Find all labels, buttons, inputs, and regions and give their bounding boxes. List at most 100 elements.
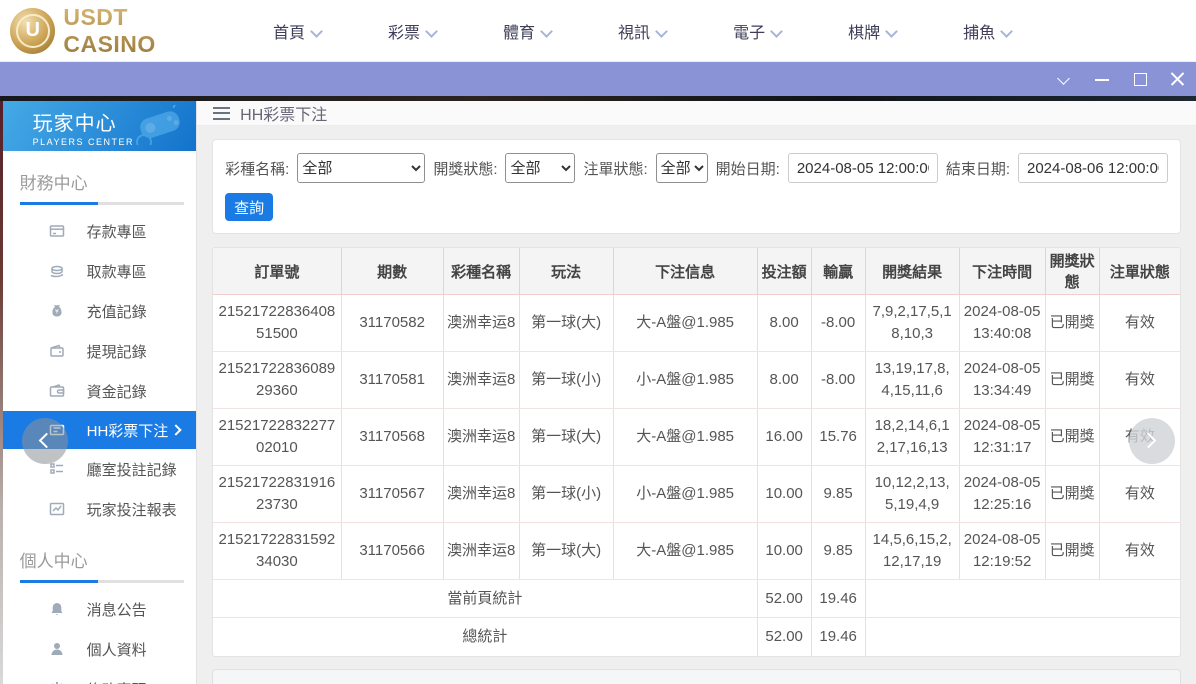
logo-letter: U <box>16 14 50 48</box>
sidebar-item-funds-record[interactable]: 資金記錄 <box>3 371 197 411</box>
col-draw-status: 開獎狀態 <box>1045 248 1099 295</box>
nav-item-cards[interactable]: 棋牌 <box>848 19 897 43</box>
cell-period: 31170567 <box>341 466 443 523</box>
sidebar-item-label: 充值記錄 <box>87 301 147 322</box>
window-title-bar <box>0 62 1196 96</box>
window-close-button[interactable] <box>1170 71 1186 87</box>
sidebar-item-profile[interactable]: 個人資料 <box>3 629 197 669</box>
site-header: U USDT CASINO 首頁 彩票 體育 視訊 電子 <box>0 0 1196 62</box>
collapse-sidebar-button[interactable] <box>22 418 68 464</box>
nav-item-home[interactable]: 首頁 <box>273 19 322 43</box>
cell-order-status: 有效 <box>1099 352 1180 409</box>
grand-summary-bet-total: 52.00 <box>757 618 811 656</box>
cell-lottery-name: 澳洲幸运8 <box>443 409 519 466</box>
scroll-right-button[interactable] <box>1129 418 1175 464</box>
chevron-left-icon <box>39 433 55 449</box>
draw-status-select[interactable]: 全部 <box>505 153 575 183</box>
window-minimize-button[interactable] <box>1094 71 1110 87</box>
cell-bet-info: 大-A盤@1.985 <box>613 295 757 352</box>
cell-bet-time: 2024-08-05 13:34:49 <box>959 352 1045 409</box>
cell-bet-time: 2024-08-05 12:31:17 <box>959 409 1045 466</box>
page-summary-winloss-total: 19.46 <box>811 580 865 618</box>
cell-play-type: 第一球(大) <box>519 409 613 466</box>
col-bet-info: 下注信息 <box>613 248 757 295</box>
cell-draw-status: 已開獎 <box>1045 466 1099 523</box>
cell-period: 31170581 <box>341 352 443 409</box>
nav-item-live[interactable]: 視訊 <box>618 19 667 43</box>
sidebar-item-recharge-record[interactable]: ¥ 充值記錄 <box>3 291 197 331</box>
table-row: 2152172283227702010 31170568 澳洲幸运8 第一球(大… <box>213 409 1180 466</box>
nav-label: 棋牌 <box>848 19 880 43</box>
cell-bet-info: 大-A盤@1.985 <box>613 523 757 580</box>
chevron-down-icon <box>542 26 552 36</box>
order-status-select[interactable]: 全部 <box>656 153 708 183</box>
section-underline <box>20 202 185 205</box>
sidebar-item-bet-report[interactable]: 玩家投注報表 <box>3 489 197 529</box>
sidebar-item-label: 資金記錄 <box>87 381 147 402</box>
draw-status-label: 開獎狀態: <box>433 158 497 179</box>
page-summary-empty <box>865 580 1180 618</box>
cell-bet-amount: 8.00 <box>757 352 811 409</box>
report-chart-icon <box>49 501 65 517</box>
sidebar-item-withdraw[interactable]: 取款專區 <box>3 251 197 291</box>
cell-play-type: 第一球(小) <box>519 466 613 523</box>
cell-order-id: 2152172283191623730 <box>213 466 341 523</box>
cell-winloss: 9.85 <box>811 523 865 580</box>
nav-label: 視訊 <box>618 19 650 43</box>
grand-summary-row: 總統計 52.00 19.46 <box>213 618 1180 656</box>
page-title: HH彩票下注 <box>240 101 327 125</box>
sidebar-item-label: 個人資料 <box>87 639 147 660</box>
grand-summary-label: 總統計 <box>213 618 757 656</box>
cell-lottery-name: 澳洲幸运8 <box>443 352 519 409</box>
cell-bet-info: 小-A盤@1.985 <box>613 352 757 409</box>
nav-label: 彩票 <box>388 19 420 43</box>
page-summary-bet-total: 52.00 <box>757 580 811 618</box>
cell-play-type: 第一球(大) <box>519 295 613 352</box>
start-date-label: 開始日期: <box>716 158 780 179</box>
cell-lottery-name: 澳洲幸运8 <box>443 295 519 352</box>
col-order-status: 注單狀態 <box>1099 248 1180 295</box>
nav-item-sports[interactable]: 體育 <box>503 19 552 43</box>
search-button[interactable]: 查詢 <box>225 193 273 221</box>
cell-draw-result: 14,5,6,15,2,12,17,19 <box>865 523 959 580</box>
sidebar-item-change-password[interactable]: 修改密碼 <box>3 669 197 684</box>
bets-table-panel: 訂單號 期數 彩種名稱 玩法 下注信息 投注額 輸贏 開獎結果 下注時間 開獎狀… <box>212 247 1181 657</box>
col-order-id: 訂單號 <box>213 248 341 295</box>
cell-bet-amount: 10.00 <box>757 466 811 523</box>
nav-item-fishing[interactable]: 捕魚 <box>963 19 1012 43</box>
sidebar-item-deposit[interactable]: 存款專區 <box>3 211 197 251</box>
nav-item-lottery[interactable]: 彩票 <box>388 19 437 43</box>
cell-draw-status: 已開獎 <box>1045 295 1099 352</box>
chevron-down-icon <box>427 26 437 36</box>
sidebar-item-withdrawal-record[interactable]: 提現記錄 <box>3 331 197 371</box>
cell-winloss: -8.00 <box>811 295 865 352</box>
start-date-input[interactable] <box>788 153 938 183</box>
col-winloss: 輸贏 <box>811 248 865 295</box>
nav-label: 電子 <box>733 19 765 43</box>
menu-toggle-icon[interactable] <box>213 107 230 120</box>
cell-play-type: 第一球(大) <box>519 523 613 580</box>
app-window: U USDT CASINO 首頁 彩票 體育 視訊 電子 <box>0 0 1196 684</box>
table-row: 2152172283608929360 31170581 澳洲幸运8 第一球(小… <box>213 352 1180 409</box>
sidebar-item-label: HH彩票下注 <box>87 420 169 441</box>
cell-play-type: 第一球(小) <box>519 352 613 409</box>
table-row: 2152172283191623730 31170567 澳洲幸运8 第一球(小… <box>213 466 1180 523</box>
usdt-casino-logo[interactable]: U USDT CASINO <box>10 4 225 58</box>
players-center-header: 玩家中心 PLAYERS CENTER <box>3 101 197 151</box>
lottery-name-select[interactable]: 全部 <box>297 153 425 183</box>
nav-item-slots[interactable]: 電子 <box>733 19 782 43</box>
sidebar-item-announcements[interactable]: 消息公告 <box>3 589 197 629</box>
sidebar: 玩家中心 PLAYERS CENTER 財務中心 <box>3 101 198 684</box>
bets-table: 訂單號 期數 彩種名稱 玩法 下注信息 投注額 輸贏 開獎結果 下注時間 開獎狀… <box>213 248 1180 656</box>
logo-text: USDT CASINO <box>63 4 225 58</box>
col-bet-time: 下注時間 <box>959 248 1045 295</box>
lottery-name-label: 彩種名稱: <box>225 158 289 179</box>
end-date-input[interactable] <box>1018 153 1168 183</box>
chevron-down-icon <box>772 26 782 36</box>
sidebar-item-label: 存款專區 <box>87 221 147 242</box>
cell-draw-result: 10,12,2,13,5,19,4,9 <box>865 466 959 523</box>
content-area: HH彩票下注 彩種名稱: 全部 開獎狀態: 全部 注單狀態: <box>197 101 1196 684</box>
nav-label: 捕魚 <box>963 19 995 43</box>
window-dropdown-icon[interactable] <box>1056 71 1072 87</box>
window-maximize-button[interactable] <box>1132 71 1148 87</box>
